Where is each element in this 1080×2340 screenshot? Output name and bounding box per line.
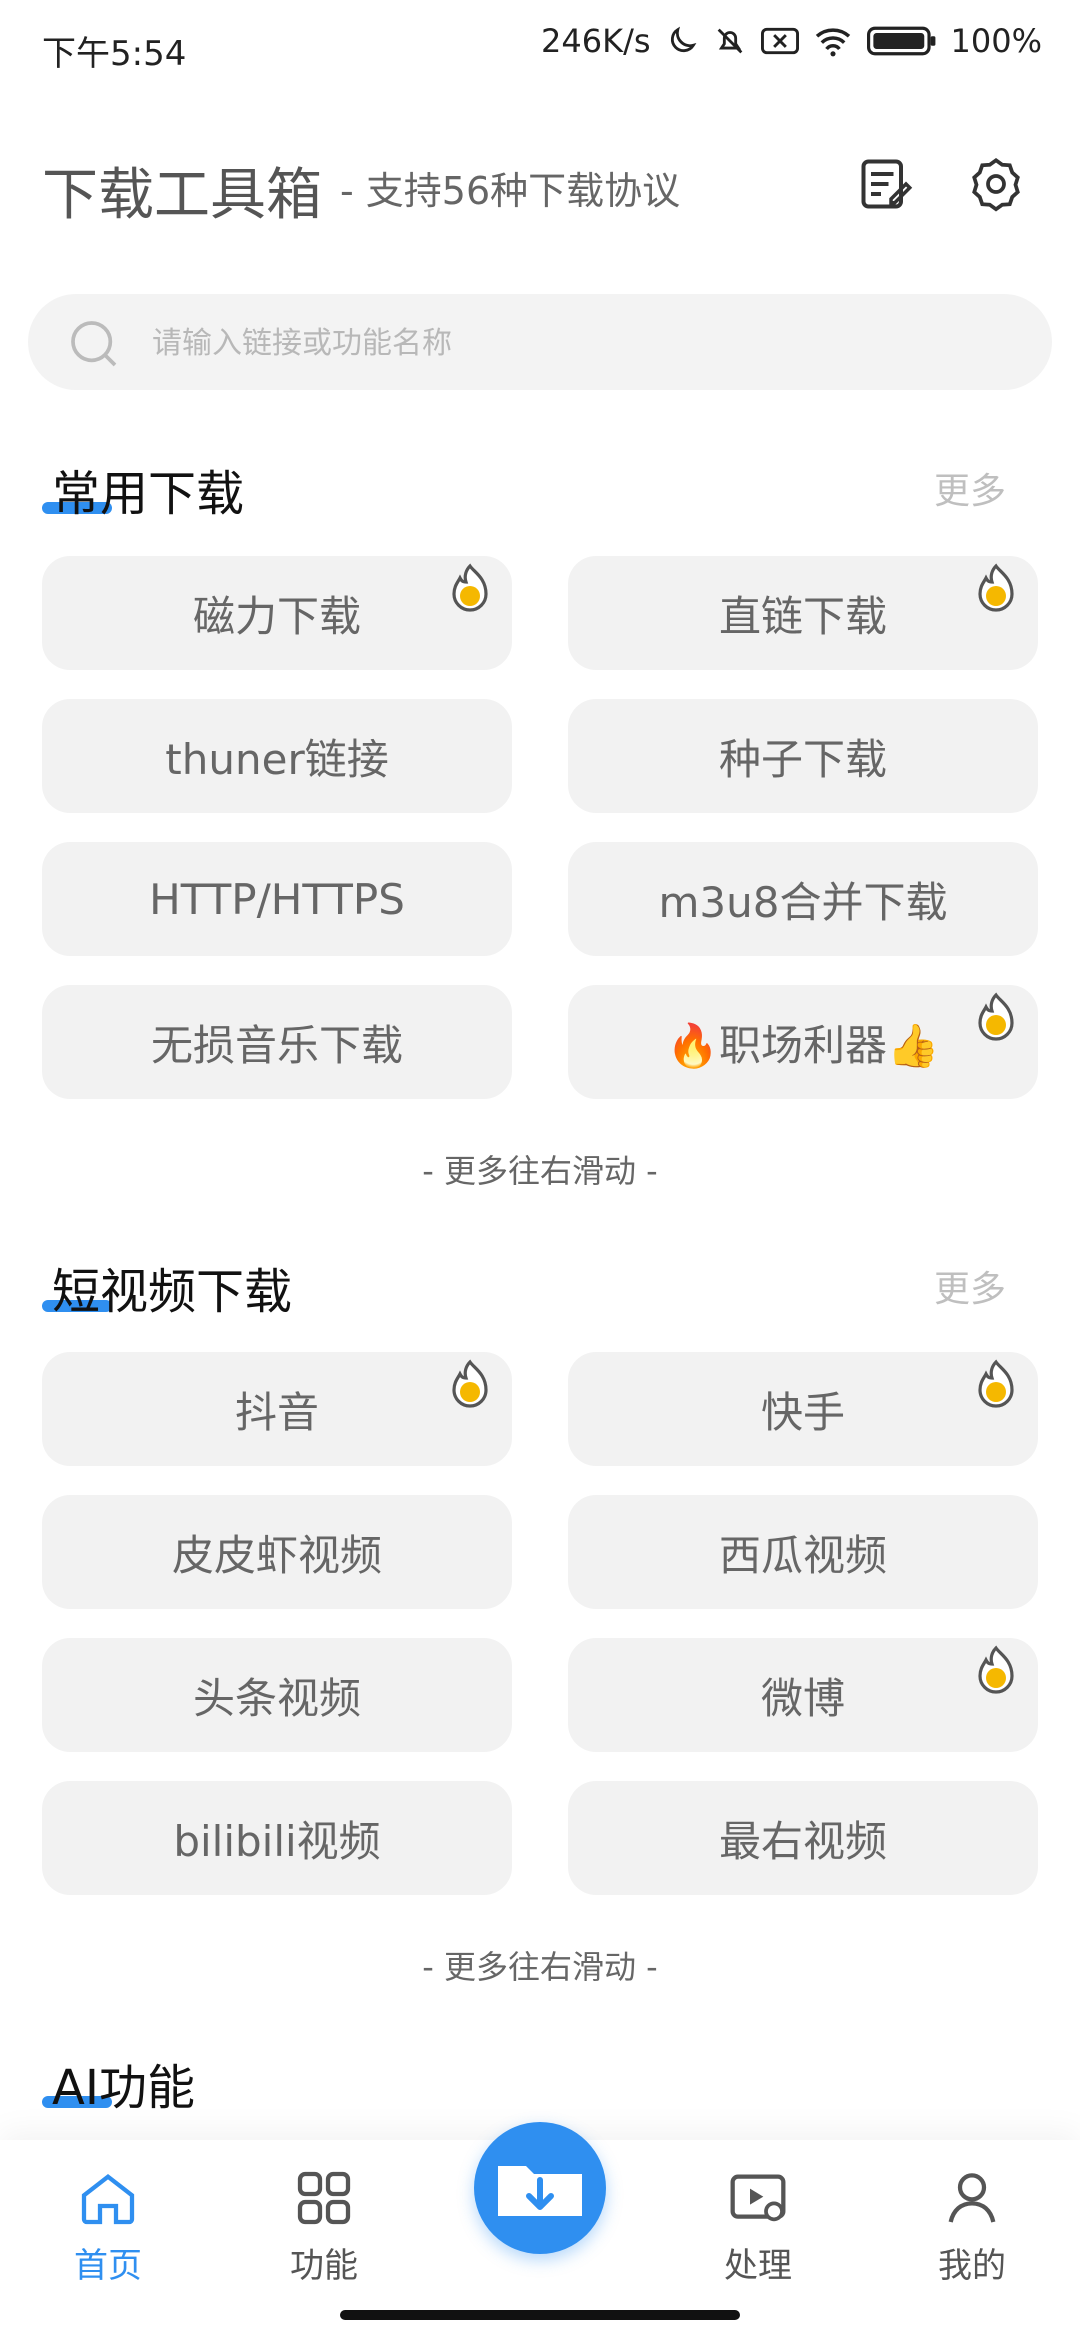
wifi-icon <box>815 28 850 57</box>
nav-process[interactable]: 处理 <box>688 2166 828 2287</box>
edit-icon[interactable] <box>856 154 916 214</box>
nav-home[interactable]: 首页 <box>38 2166 178 2287</box>
nav-features[interactable]: 功能 <box>254 2166 394 2287</box>
search-icon <box>71 321 117 367</box>
video-process-icon <box>730 2174 786 2222</box>
grid-icon <box>297 2171 351 2225</box>
tile-magnet-download[interactable]: 磁力下载 <box>42 556 512 670</box>
battery-level: 100% <box>950 22 1042 60</box>
download-center-button[interactable] <box>474 2122 606 2254</box>
tile-weibo[interactable]: 微博 <box>568 1638 1038 1752</box>
tile-thunder-link[interactable]: thuner链接 <box>42 699 512 813</box>
section-title-short-video: 短视频下载 <box>42 1252 292 1322</box>
battery-icon <box>866 26 935 56</box>
tile-toutiao[interactable]: 头条视频 <box>42 1638 512 1752</box>
hot-badge-icon <box>452 1359 488 1408</box>
home-indicator[interactable] <box>340 2310 740 2320</box>
home-icon <box>81 2173 135 2225</box>
more-link-common[interactable]: 更多 <box>934 462 1006 514</box>
hot-badge-icon <box>978 1359 1014 1408</box>
page-subtitle: - 支持56种下载协议 <box>340 169 681 213</box>
tile-workplace-tool[interactable]: 🔥职场利器👍 <box>568 985 1038 1099</box>
tile-m3u8-merge[interactable]: m3u8合并下载 <box>568 842 1038 956</box>
tile-http-https[interactable]: HTTP/HTTPS <box>42 842 512 956</box>
app-header: 下载工具箱 - 支持56种下载协议 <box>0 140 1080 240</box>
tile-pipixia[interactable]: 皮皮虾视频 <box>42 1495 512 1609</box>
tile-bilibili[interactable]: bilibili视频 <box>42 1781 512 1895</box>
no-sim-icon <box>760 27 799 55</box>
hot-badge-icon <box>978 992 1014 1041</box>
search-input[interactable] <box>150 312 1014 374</box>
mute-bell-icon <box>717 28 742 54</box>
more-link-short-video[interactable]: 更多 <box>934 1260 1006 1312</box>
network-speed: 246K/s <box>541 22 651 60</box>
status-bar: 下午5:54 246K/s 100% <box>0 0 1080 96</box>
tile-zuiyou[interactable]: 最右视频 <box>568 1781 1038 1895</box>
download-folder-icon <box>498 2166 582 2216</box>
status-time: 下午5:54 <box>42 34 187 74</box>
nav-profile[interactable]: 我的 <box>902 2166 1042 2287</box>
search-bar[interactable] <box>28 294 1052 390</box>
status-icons: 246K/s 100% <box>541 22 1042 60</box>
tile-kuaishou[interactable]: 快手 <box>568 1352 1038 1466</box>
section-title-ai: AI功能 <box>42 2048 195 2118</box>
user-icon <box>948 2173 996 2223</box>
scroll-hint: - 更多往右滑动 - <box>422 1152 658 1190</box>
tile-xigua[interactable]: 西瓜视频 <box>568 1495 1038 1609</box>
hot-badge-icon <box>978 563 1014 612</box>
hot-badge-icon <box>452 563 488 612</box>
page-title: 下载工具箱 <box>42 163 322 228</box>
tile-lossless-music[interactable]: 无损音乐下载 <box>42 985 512 1099</box>
tile-torrent-download[interactable]: 种子下载 <box>568 699 1038 813</box>
scroll-hint: - 更多往右滑动 - <box>422 1948 658 1986</box>
tile-douyin[interactable]: 抖音 <box>42 1352 512 1466</box>
tile-direct-link-download[interactable]: 直链下载 <box>568 556 1038 670</box>
settings-icon[interactable] <box>966 154 1026 214</box>
hot-badge-icon <box>978 1645 1014 1694</box>
moon-icon <box>670 26 696 53</box>
section-title-common: 常用下载 <box>42 454 244 524</box>
